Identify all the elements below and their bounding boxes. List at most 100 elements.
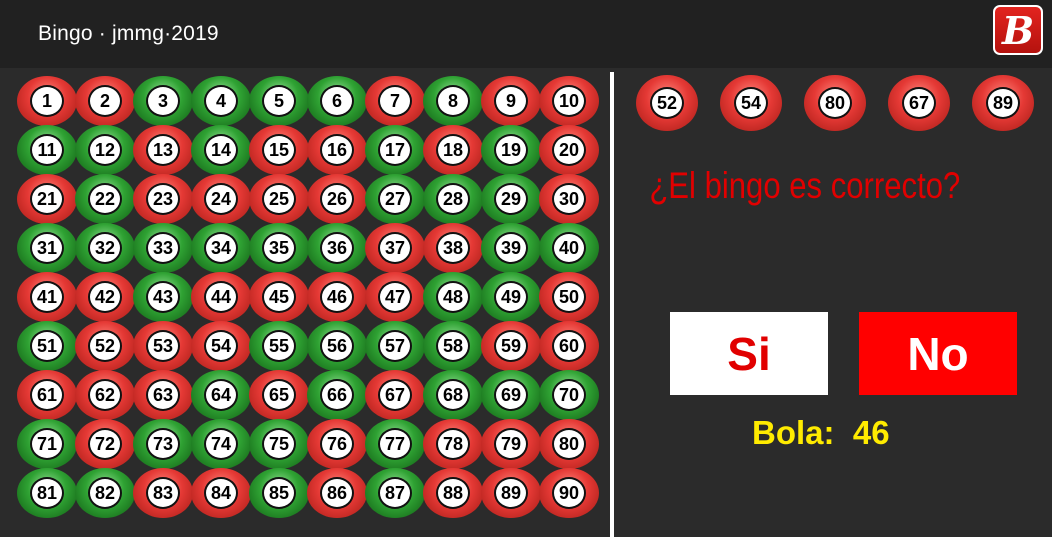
ball-number: 3 [146, 85, 180, 117]
bingo-ball: 63 [133, 370, 193, 420]
ball-number: 88 [436, 477, 470, 509]
bingo-ball: 80 [804, 75, 866, 131]
ball-number: 62 [88, 379, 122, 411]
bingo-ball: 28 [423, 174, 483, 224]
bingo-ball: 21 [17, 174, 77, 224]
bingo-ball: 87 [365, 468, 425, 518]
ball-number: 90 [552, 477, 586, 509]
ball-number: 80 [552, 428, 586, 460]
bingo-ball: 48 [423, 272, 483, 322]
no-button[interactable]: No [859, 312, 1017, 395]
ball-number: 22 [88, 183, 122, 215]
ball-number: 31 [30, 232, 64, 264]
bingo-ball: 70 [539, 370, 599, 420]
ball-number: 60 [552, 330, 586, 362]
bingo-ball: 30 [539, 174, 599, 224]
ball-number: 19 [494, 134, 528, 166]
bingo-ball: 57 [365, 321, 425, 371]
ball-number: 77 [378, 428, 412, 460]
bingo-ball: 58 [423, 321, 483, 371]
ball-number: 24 [204, 183, 238, 215]
confirmation-question: ¿El bingo es correcto? [649, 165, 961, 206]
bingo-ball: 39 [481, 223, 541, 273]
bingo-ball: 85 [249, 468, 309, 518]
bingo-ball: 62 [75, 370, 135, 420]
bingo-ball: 84 [191, 468, 251, 518]
ball-number: 76 [320, 428, 354, 460]
main-content: 1 2 3 4 5 6 7 8 9 10 11 12 13 14 15 16 17 18 19 20 21 22 23 24 2… [8, 72, 1052, 537]
ball-number: 6 [320, 85, 354, 117]
ball-number: 64 [204, 379, 238, 411]
bingo-ball: 7 [365, 76, 425, 126]
bingo-ball: 38 [423, 223, 483, 273]
bingo-ball: 40 [539, 223, 599, 273]
ball-number: 58 [436, 330, 470, 362]
bingo-ball: 74 [191, 419, 251, 469]
ball-number: 7 [378, 85, 412, 117]
bingo-ball: 43 [133, 272, 193, 322]
bingo-ball: 10 [539, 76, 599, 126]
bingo-ball: 32 [75, 223, 135, 273]
ball-number: 2 [88, 85, 122, 117]
bingo-logo-icon[interactable]: B [993, 5, 1043, 55]
bingo-ball: 72 [75, 419, 135, 469]
ball-number: 70 [552, 379, 586, 411]
ball-number: 89 [494, 477, 528, 509]
bingo-ball: 78 [423, 419, 483, 469]
bingo-ball: 3 [133, 76, 193, 126]
ball-number: 68 [436, 379, 470, 411]
ball-number: 8 [436, 85, 470, 117]
bingo-ball: 29 [481, 174, 541, 224]
ball-number: 78 [436, 428, 470, 460]
ball-number: 87 [378, 477, 412, 509]
bingo-ball: 71 [17, 419, 77, 469]
ball-number: 86 [320, 477, 354, 509]
ball-number: 26 [320, 183, 354, 215]
bingo-ball: 9 [481, 76, 541, 126]
ball-number: 67 [378, 379, 412, 411]
bingo-ball: 65 [249, 370, 309, 420]
bingo-ball: 61 [17, 370, 77, 420]
bingo-ball: 37 [365, 223, 425, 273]
bingo-ball: 64 [191, 370, 251, 420]
ball-number: 30 [552, 183, 586, 215]
bingo-ball: 19 [481, 125, 541, 175]
current-ball-indicator: Bola: 46 [752, 414, 890, 452]
ball-number: 29 [494, 183, 528, 215]
bingo-ball: 54 [720, 75, 782, 131]
bingo-board: 1 2 3 4 5 6 7 8 9 10 11 12 13 14 15 16 17 18 19 20 21 22 23 24 2… [17, 76, 602, 526]
ball-number: 42 [88, 281, 122, 313]
bingo-ball: 41 [17, 272, 77, 322]
bingo-ball: 75 [249, 419, 309, 469]
bingo-ball: 20 [539, 125, 599, 175]
bingo-ball: 23 [133, 174, 193, 224]
ball-number: 25 [262, 183, 296, 215]
bingo-ball: 13 [133, 125, 193, 175]
ball-number: 84 [204, 477, 238, 509]
ball-number: 36 [320, 232, 354, 264]
app-title: Bingo · jmmg·2019 [38, 22, 219, 45]
bingo-ball: 36 [307, 223, 367, 273]
ball-number: 54 [734, 87, 768, 119]
bingo-ball: 27 [365, 174, 425, 224]
ball-number: 47 [378, 281, 412, 313]
ball-number: 79 [494, 428, 528, 460]
vertical-divider [610, 72, 614, 537]
ball-number: 4 [204, 85, 238, 117]
bingo-ball: 80 [539, 419, 599, 469]
bingo-ball: 35 [249, 223, 309, 273]
ball-number: 59 [494, 330, 528, 362]
ball-number: 55 [262, 330, 296, 362]
ball-number: 73 [146, 428, 180, 460]
ball-number: 34 [204, 232, 238, 264]
bola-value: 46 [852, 414, 890, 451]
ball-number: 41 [30, 281, 64, 313]
ball-number: 13 [146, 134, 180, 166]
yes-button[interactable]: Si [670, 312, 828, 395]
ball-number: 21 [30, 183, 64, 215]
ball-number: 53 [146, 330, 180, 362]
ball-number: 51 [30, 330, 64, 362]
bingo-ball: 44 [191, 272, 251, 322]
bingo-ball: 8 [423, 76, 483, 126]
ball-number: 52 [650, 87, 684, 119]
